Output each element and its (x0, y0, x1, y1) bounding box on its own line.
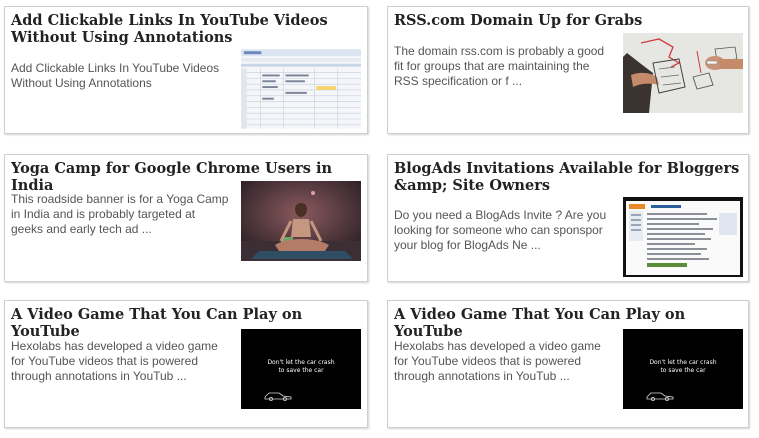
post-title-link[interactable]: Add Clickable Links In YouTube Videos Wi… (11, 12, 363, 46)
car-icon (646, 392, 674, 401)
post-excerpt: Do you need a BlogAds Invite ? Are you l… (394, 208, 607, 252)
yoga-photo-icon[interactable] (241, 181, 361, 261)
post-card: A Video Game That You Can Play on YouTub… (4, 300, 368, 428)
blogads-screenshot-icon[interactable] (623, 197, 743, 277)
post-card: BlogAds Invitations Available for Blogge… (387, 154, 749, 282)
post-card: Add Clickable Links In YouTube Videos Wi… (4, 6, 368, 134)
whiteboard-drawing-icon[interactable] (623, 33, 743, 113)
post-title-link[interactable]: RSS.com Domain Up for Grabs (394, 12, 742, 29)
post-card: A Video Game That You Can Play on YouTub… (387, 300, 749, 428)
video-game-frame-icon[interactable]: Don't let the car crash to save the car (241, 329, 361, 409)
video-caption: Don't let the car crash to save the car (649, 359, 717, 374)
video-game-frame-icon[interactable]: Don't let the car crash to save the car (623, 329, 743, 409)
post-excerpt: Hexolabs has developed a video game for … (11, 339, 218, 383)
post-card: Yoga Camp for Google Chrome Users in Ind… (4, 154, 368, 282)
post-excerpt: The domain rss.com is probably a good fi… (394, 44, 605, 88)
post-title-link[interactable]: BlogAds Invitations Available for Blogge… (394, 160, 742, 194)
spreadsheet-screenshot-icon[interactable] (241, 49, 365, 131)
car-icon (264, 392, 292, 401)
video-caption: Don't let the car crash to save the car (267, 359, 335, 374)
post-excerpt: Add Clickable Links In YouTube Videos Wi… (11, 61, 220, 90)
post-excerpt: This roadside banner is for a Yoga Camp … (11, 192, 229, 236)
post-card: RSS.com Domain Up for Grabs The domain r… (387, 6, 749, 134)
post-excerpt: Hexolabs has developed a video game for … (394, 339, 601, 383)
